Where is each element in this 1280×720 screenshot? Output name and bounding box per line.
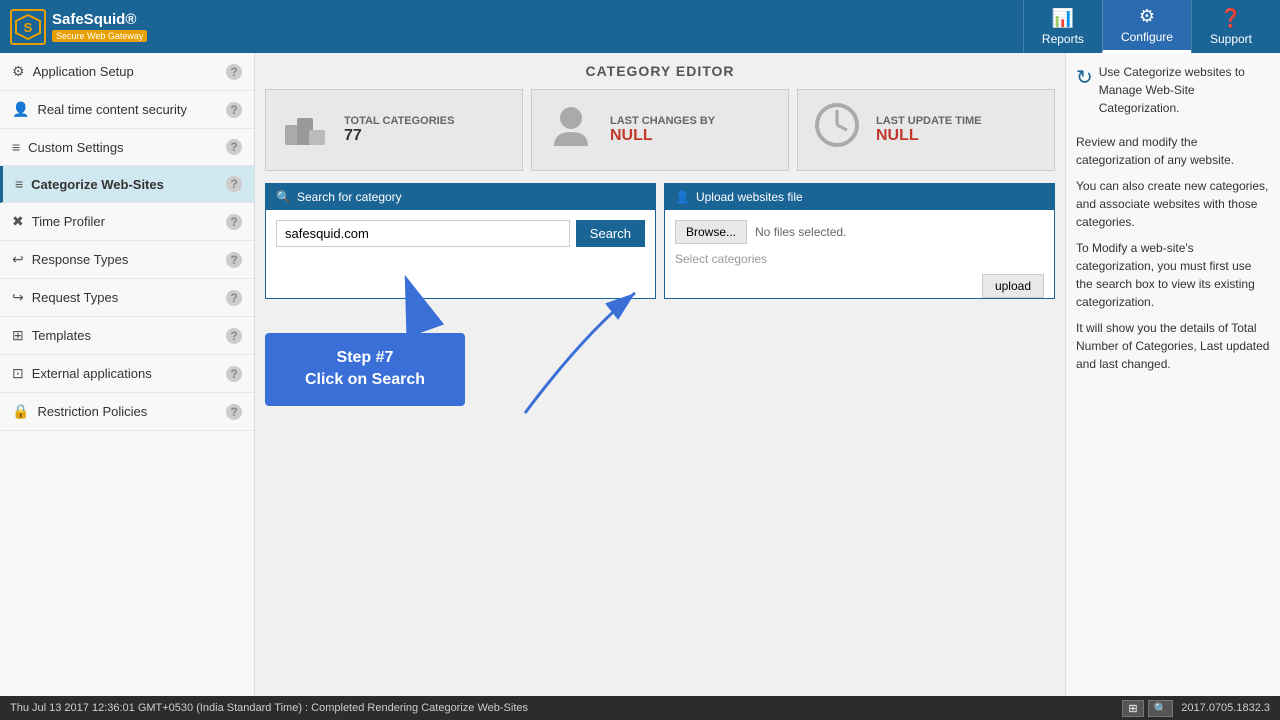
sidebar-item-external-applications[interactable]: ⊡ External applications ? [0,355,254,393]
templates-icon: ⊞ [12,327,24,344]
last-changes-icon [546,100,596,160]
select-categories-text: Select categories [675,252,1044,266]
reports-icon: 📊 [1052,8,1074,29]
help-icon-response-types: ? [226,252,242,268]
browse-row: Browse... No files selected. [675,220,1044,244]
sidebar-item-templates[interactable]: ⊞ Templates ? [0,317,254,355]
logo: S SafeSquid® Secure Web Gateway [10,9,147,45]
statusbar-version: 2017.0705.1832.3 [1181,702,1270,714]
tooltip-panel: ↻ Use Categorize websites to Manage Web-… [1065,53,1280,696]
sidebar: ⚙ Application Setup ? 👤 Real time conten… [0,53,255,696]
upload-button[interactable]: upload [982,274,1044,298]
sidebar-item-time-profiler[interactable]: ✖ Time Profiler ? [0,203,254,241]
search-panel: 🔍 Search for category Search [265,183,656,299]
sidebar-item-custom-settings[interactable]: ≡ Custom Settings ? [0,129,254,166]
search-input[interactable] [276,220,570,247]
time-profiler-icon: ✖ [12,213,24,230]
tooltip-paragraph-1: Use Categorize websites to Manage Web-Si… [1099,63,1270,117]
help-icon-time-profiler: ? [226,214,242,230]
custom-settings-icon: ≡ [12,139,20,155]
sidebar-item-request-types[interactable]: ↪ Request Types ? [0,279,254,317]
content-area: CATEGORY EDITOR TOTAL CATEGORIES 77 [255,53,1065,696]
logo-text: SafeSquid® [52,11,147,28]
application-setup-icon: ⚙ [12,63,25,80]
logo-sub: Secure Web Gateway [52,30,147,42]
total-categories-value: 77 [344,127,454,145]
sidebar-item-response-types[interactable]: ↩ Response Types ? [0,241,254,279]
search-header-icon: 🔍 [276,190,291,204]
restriction-policies-icon: 🔒 [12,403,29,420]
stats-row: TOTAL CATEGORIES 77 LAST CHANGES BY N [265,89,1055,171]
sidebar-item-application-setup[interactable]: ⚙ Application Setup ? [0,53,254,91]
no-file-text: No files selected. [755,225,846,239]
help-icon-request-types: ? [226,290,242,306]
upload-header-icon: 👤 [675,190,690,204]
page-title: CATEGORY EDITOR [265,63,1055,79]
content-wrapper: CATEGORY EDITOR TOTAL CATEGORIES 77 [255,53,1280,696]
step-annotation: Step #7 Click on Search [265,333,465,406]
logo-icon: S [10,9,46,45]
step-line1: Step #7 [287,347,443,369]
support-button[interactable]: ❓ Support [1191,0,1270,53]
tooltip-paragraph-3: You can also create new categories, and … [1076,177,1270,231]
sidebar-item-restriction-policies[interactable]: 🔒 Restriction Policies ? [0,393,254,431]
statusbar-text: Thu Jul 13 2017 12:36:01 GMT+0530 (India… [10,702,528,714]
help-icon-external-applications: ? [226,366,242,382]
statusbar-right: ⊞ 🔍 2017.0705.1832.3 [1122,700,1270,717]
svg-text:S: S [24,20,33,35]
search-panel-header: 🔍 Search for category [266,184,655,210]
refresh-icon[interactable]: ↻ [1076,63,1093,93]
help-icon-real-time-content: ? [226,102,242,118]
last-changes-label: LAST CHANGES BY [610,115,715,127]
external-applications-icon: ⊡ [12,365,24,382]
statusbar-icons: ⊞ 🔍 [1122,700,1173,717]
help-icon-custom-settings: ? [226,139,242,155]
upload-panel: 👤 Upload websites file Browse... No file… [664,183,1055,299]
help-icon-restriction-policies: ? [226,404,242,420]
response-types-icon: ↩ [12,251,24,268]
reports-button[interactable]: 📊 Reports [1023,0,1102,53]
sidebar-item-real-time-content[interactable]: 👤 Real time content security ? [0,91,254,129]
last-update-label: LAST UPDATE TIME [876,115,982,127]
search-button[interactable]: Search [576,220,645,247]
configure-button[interactable]: ⚙ Configure [1102,0,1191,53]
stat-last-update-time: LAST UPDATE TIME NULL [797,89,1055,171]
last-update-icon [812,100,862,160]
total-categories-icon [280,100,330,160]
browse-button[interactable]: Browse... [675,220,747,244]
request-types-icon: ↪ [12,289,24,306]
categorize-icon: ≡ [15,176,23,192]
tooltip-paragraph-5: It will show you the details of Total Nu… [1076,319,1270,373]
main-layout: ⚙ Application Setup ? 👤 Real time conten… [0,53,1280,696]
step-line2: Click on Search [287,369,443,391]
stat-last-changes-by: LAST CHANGES BY NULL [531,89,789,171]
statusbar-icon-grid[interactable]: ⊞ [1122,700,1143,717]
configure-icon: ⚙ [1139,6,1155,27]
action-row: 🔍 Search for category Search 👤 Uplo [265,183,1055,299]
help-icon-templates: ? [226,328,242,344]
stat-total-categories: TOTAL CATEGORIES 77 [265,89,523,171]
last-changes-value: NULL [610,127,715,145]
tooltip-paragraph-2: Review and modify the categorization of … [1076,133,1270,169]
top-navigation: S SafeSquid® Secure Web Gateway 📊 Report… [0,0,1280,53]
help-icon-application-setup: ? [226,64,242,80]
upload-panel-header: 👤 Upload websites file [665,184,1054,210]
total-categories-label: TOTAL CATEGORIES [344,115,454,127]
real-time-content-icon: 👤 [12,101,29,118]
search-row: Search [276,220,645,247]
tooltip-paragraph-4: To Modify a web-site's categorization, y… [1076,239,1270,311]
statusbar: Thu Jul 13 2017 12:36:01 GMT+0530 (India… [0,696,1280,720]
statusbar-icon-search[interactable]: 🔍 [1148,700,1174,717]
last-update-value: NULL [876,127,982,145]
support-icon: ❓ [1220,8,1242,29]
help-icon-categorize: ? [226,176,242,192]
top-nav-actions: 📊 Reports ⚙ Configure ❓ Support [1023,0,1270,53]
sidebar-item-categorize-web-sites[interactable]: ≡ Categorize Web-Sites ? [0,166,254,203]
